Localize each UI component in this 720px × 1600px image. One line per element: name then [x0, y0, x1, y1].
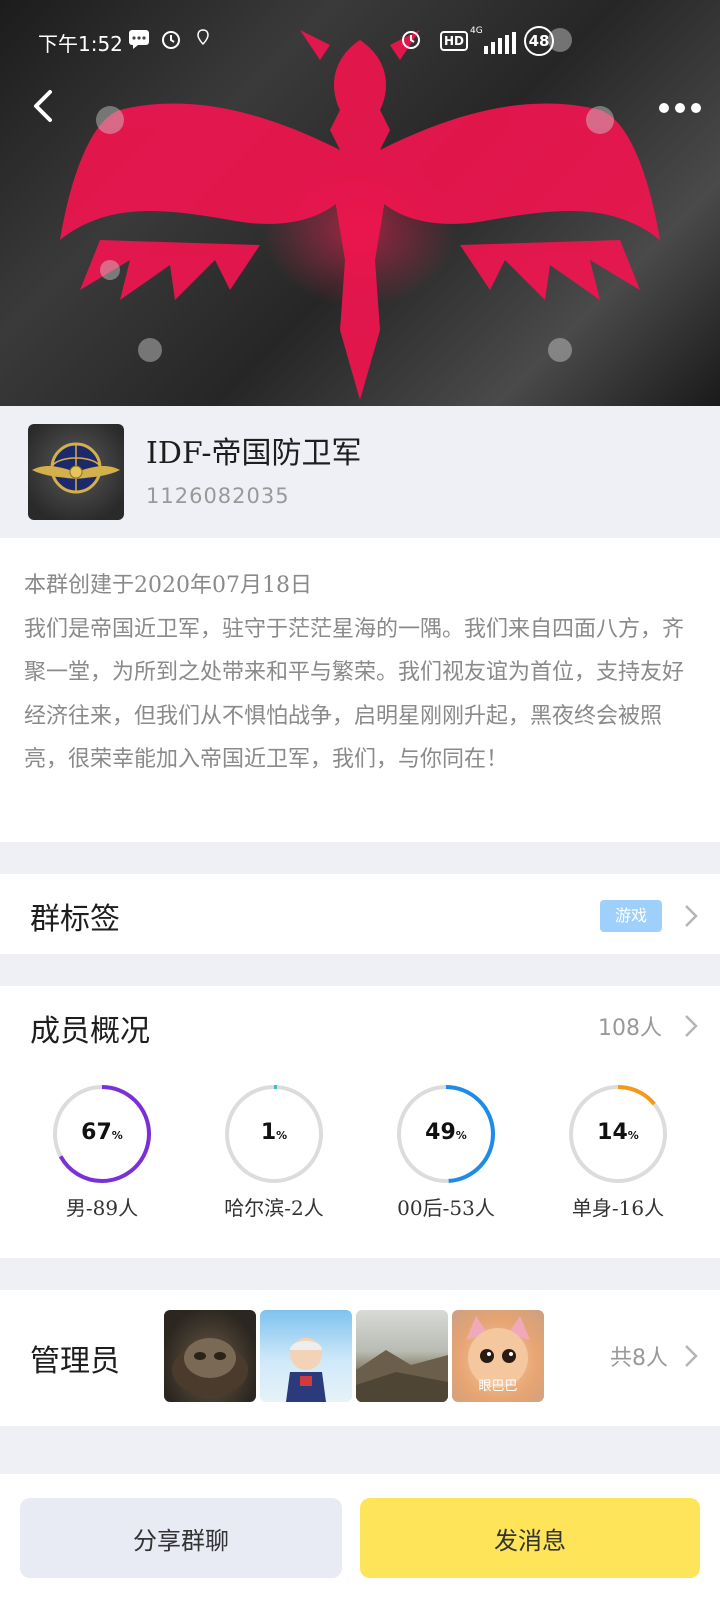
alarm-icon	[162, 31, 180, 49]
mountain-landscape-image	[356, 1350, 448, 1402]
group-number: 1126082035	[146, 484, 290, 508]
admin-total: 共8人	[610, 1346, 668, 1371]
signal-strength-icon	[484, 32, 516, 54]
admin-avatar-cartoon[interactable]	[260, 1310, 352, 1402]
gender-label: 男-89人	[65, 1196, 139, 1220]
alarm-clock-icon	[402, 31, 420, 49]
wings-globe-emblem	[32, 442, 120, 494]
chevron-right-icon	[685, 1345, 698, 1367]
member-overview-title: 成员概况	[30, 1014, 150, 1049]
admin-avatar-cat[interactable]: 眼巴巴	[452, 1310, 544, 1402]
single-percent: 14%	[597, 1120, 639, 1145]
group-header: IDF-帝国防卫军 1126082035	[0, 406, 720, 538]
group-avatar[interactable]	[28, 424, 124, 520]
member-count: 108人	[598, 1016, 662, 1041]
city-label: 哈尔滨-2人	[224, 1196, 324, 1220]
more-options-icon[interactable]	[656, 96, 704, 120]
member-stat-age: 49% 00后-53人	[366, 1084, 526, 1220]
message-notification-icon	[129, 30, 149, 49]
age-label: 00后-53人	[397, 1196, 495, 1220]
group-tags-row[interactable]: 群标签 游戏	[0, 874, 720, 954]
cartoon-grandpa-image	[286, 1338, 326, 1402]
back-arrow-icon[interactable]	[24, 86, 64, 126]
member-stat-city: 1% 哈尔滨-2人	[194, 1084, 354, 1220]
network-type: 4G	[470, 26, 483, 36]
admin-avatar-otter[interactable]	[164, 1310, 256, 1402]
chevron-right-icon	[685, 905, 698, 927]
hd-badge: HD	[440, 31, 469, 51]
battery-indicator: 48	[524, 26, 554, 56]
send-message-button[interactable]: 发消息	[360, 1498, 700, 1578]
member-stat-single: 14% 单身-16人	[538, 1084, 698, 1220]
chevron-right-icon	[685, 1015, 698, 1037]
single-label: 单身-16人	[571, 1196, 665, 1220]
admins-title: 管理员	[30, 1344, 120, 1379]
status-time: 下午1:52	[38, 32, 123, 56]
group-name: IDF-帝国防卫军	[146, 436, 362, 471]
age-percent: 49%	[425, 1120, 467, 1145]
status-bar: 下午1:52 HD 4G 48	[0, 22, 720, 62]
member-overview-card[interactable]: 成员概况 108人 67% 男-89人 1% 哈尔滨-2人 49% 00后-53…	[0, 986, 720, 1258]
group-tags-title: 群标签	[30, 902, 120, 937]
city-percent: 1%	[260, 1120, 288, 1145]
group-cover-banner: 下午1:52 HD 4G 48	[0, 0, 720, 406]
introduction-text: 本群创建于2020年07月18日 我们是帝国近卫军，驻守于茫茫星海的一隅。我们来…	[24, 573, 685, 772]
otter-image	[172, 1338, 248, 1396]
cat-caption: 眼巴巴	[478, 1379, 518, 1394]
tag-badge: 游戏	[600, 900, 662, 932]
gender-percent: 67%	[81, 1120, 123, 1145]
bottom-action-bar: 分享群聊 发消息	[0, 1474, 720, 1600]
admins-row[interactable]: 管理员 眼巴巴 共8人	[0, 1290, 720, 1426]
share-group-button[interactable]: 分享群聊	[20, 1498, 342, 1578]
location-icon	[197, 29, 209, 46]
member-stat-gender: 67% 男-89人	[22, 1084, 182, 1220]
group-introduction: 本群创建于2020年07月18日 我们是帝国近卫军，驻守于茫茫星海的一隅。我们来…	[0, 538, 720, 842]
admin-avatar-landscape[interactable]	[356, 1310, 448, 1402]
